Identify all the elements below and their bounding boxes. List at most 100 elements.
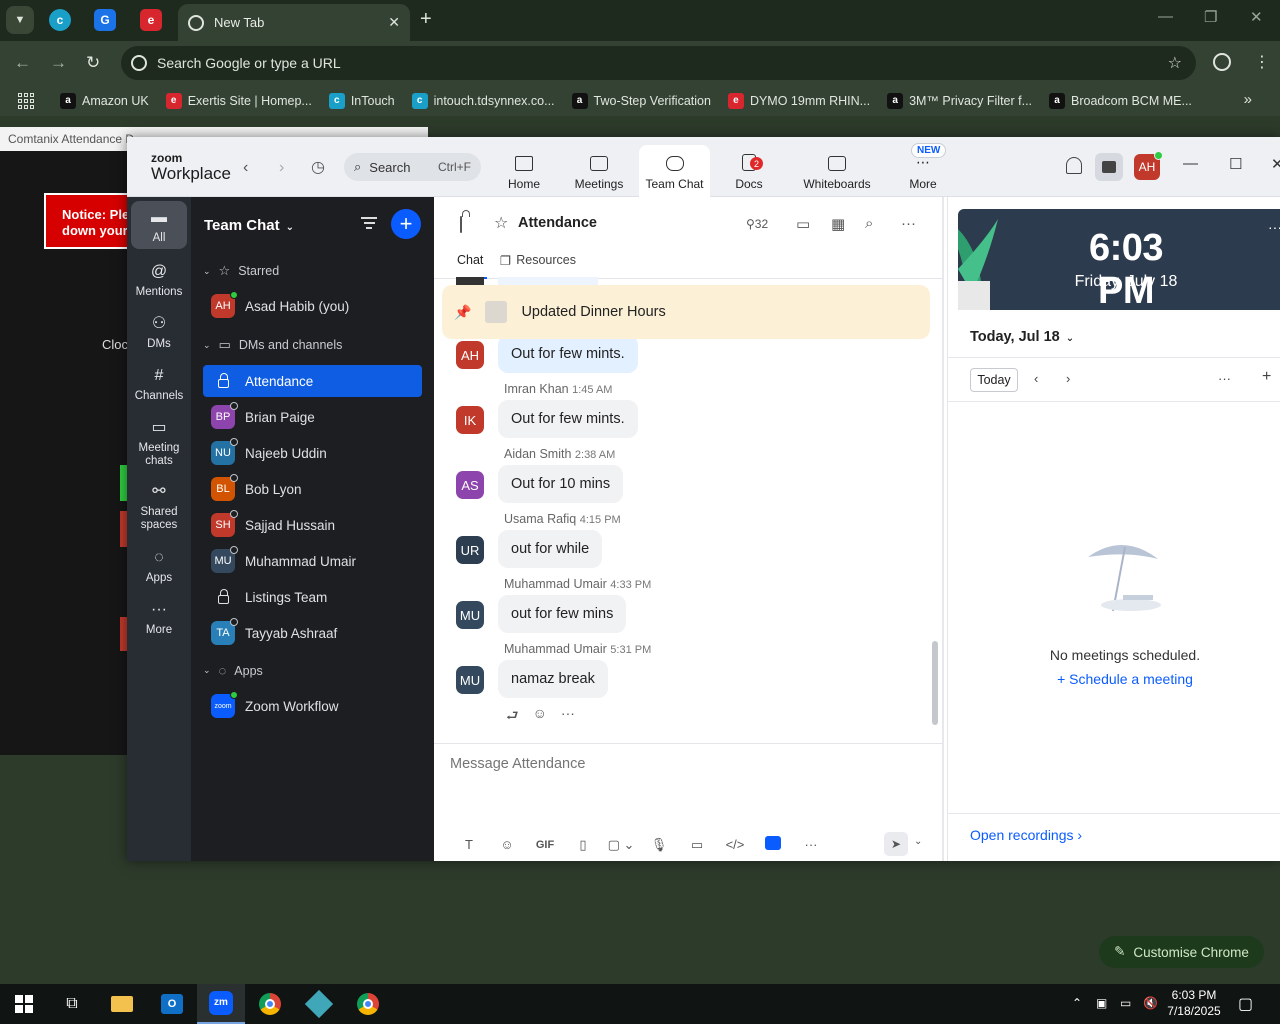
rail-meeting-chats[interactable]: ▭ Meeting chats (131, 419, 187, 468)
pinned-tab-exertis[interactable]: e (140, 9, 162, 31)
chevron-up-icon[interactable]: ⌃ (1072, 996, 1082, 1010)
profile-avatar[interactable]: AH (1134, 151, 1163, 180)
app-taskbar-icon[interactable] (295, 984, 343, 1024)
sidebar-item-asad-habib[interactable]: AH Asad Habib (you) (203, 290, 422, 322)
close-window-icon[interactable]: ✕ (1271, 155, 1280, 173)
tab-home[interactable]: Home (499, 145, 549, 197)
schedule-meeting-link[interactable]: + Schedule a meeting (1008, 671, 1242, 687)
channel-name[interactable]: Attendance (518, 215, 597, 231)
sidebar-item[interactable]: MU Muhammad Umair (203, 545, 422, 577)
network-alert-icon[interactable]: ▣ (1096, 996, 1107, 1010)
volume-muted-icon[interactable]: 🔇 (1143, 996, 1158, 1010)
code-snippet-icon[interactable]: </> (716, 837, 754, 852)
chevron-down-icon[interactable]: ⌄ (914, 836, 922, 847)
sidebar-item[interactable]: NU Najeeb Uddin (203, 437, 422, 469)
send-button[interactable]: ➤ (884, 832, 908, 856)
bookmark-item[interactable]: a 3M™ Privacy Filter f... (887, 92, 1032, 109)
forward-icon[interactable]: › (279, 159, 284, 177)
chat-scrollbar[interactable] (932, 641, 938, 725)
rail-dms[interactable]: ⚇ DMs (131, 315, 187, 351)
more-options-icon[interactable]: ··· (1268, 219, 1280, 235)
file-icon[interactable]: ▯ (564, 837, 602, 853)
search-icon[interactable]: ⌕ (865, 215, 873, 232)
bookmark-star-icon[interactable]: ☆ (1168, 53, 1182, 73)
tab-meetings[interactable]: Meetings (567, 145, 631, 197)
gift-icon[interactable] (1095, 153, 1123, 181)
calendar-icon[interactable]: ▦ (831, 215, 845, 233)
chrome-profile-taskbar-icon[interactable] (344, 984, 392, 1024)
new-tab-button[interactable]: + (420, 8, 432, 31)
minimize-icon[interactable]: — (1183, 155, 1198, 172)
maximize-icon[interactable]: ☐ (1229, 155, 1242, 173)
restore-icon[interactable]: ❐ (1204, 8, 1217, 26)
zoom-search-box[interactable]: ⌕ Search Ctrl+F (344, 153, 481, 181)
customise-chrome-button[interactable]: ✎ Customise Chrome (1099, 936, 1264, 968)
bell-icon[interactable] (1066, 157, 1082, 174)
reply-icon[interactable]: ⮐ (506, 705, 519, 729)
notifications-icon[interactable]: ▢ (1238, 994, 1253, 1014)
bookmark-item[interactable]: a Broadcom BCM ME... (1049, 92, 1192, 109)
omnibox[interactable]: Search Google or type a URL ☆ (121, 46, 1196, 80)
sidebar-item[interactable]: BP Brian Paige (203, 401, 422, 433)
tab-new-tab[interactable]: New Tab ✕ (178, 4, 410, 41)
video-message-icon[interactable]: ▭ (678, 837, 716, 853)
more-options-icon[interactable]: ··· (901, 215, 916, 232)
minimize-icon[interactable]: — (1158, 8, 1173, 25)
history-icon[interactable]: ◷ (311, 157, 325, 177)
outlook-icon[interactable]: O (148, 984, 196, 1024)
message-input[interactable] (450, 756, 920, 772)
chevron-left-icon[interactable]: ‹ (1034, 371, 1038, 386)
kebab-menu-icon[interactable]: ⋮ (1254, 52, 1270, 72)
pinned-message-banner[interactable]: 📌 Updated Dinner Hours (442, 285, 930, 339)
rail-more[interactable]: ··· More (131, 601, 187, 637)
emoji-icon[interactable]: ☺ (488, 837, 526, 852)
add-icon[interactable]: + (1262, 368, 1271, 386)
more-options-icon[interactable]: ··· (561, 705, 575, 729)
forward-icon[interactable]: → (50, 53, 67, 73)
today-button[interactable]: Today (970, 368, 1018, 392)
gif-icon[interactable]: GIF (526, 839, 564, 851)
close-tab-icon[interactable]: ✕ (388, 14, 400, 31)
filter-icon[interactable] (361, 217, 377, 231)
video-camera-icon[interactable]: ▭ (796, 215, 810, 233)
file-explorer-icon[interactable] (98, 984, 146, 1024)
section-apps[interactable]: ⌄ ◌ Apps (203, 663, 263, 678)
network-icon[interactable]: ▭ (1120, 996, 1131, 1010)
app-icon[interactable] (754, 836, 792, 853)
tab-whiteboards[interactable]: Whiteboards (797, 145, 877, 197)
tab-resources[interactable]: ❐ Resources (500, 253, 576, 279)
bookmark-item[interactable]: a Amazon UK (60, 92, 149, 109)
rail-apps[interactable]: ◌ Apps (131, 549, 187, 585)
bookmark-item[interactable]: c intouch.tdsynnex.co... (411, 92, 555, 109)
rail-all[interactable]: ▬ All (131, 201, 187, 249)
sidebar-item[interactable]: SH Sajjad Hussain (203, 509, 422, 541)
screenshot-icon[interactable]: ▢ ⌄ (602, 837, 640, 853)
more-options-icon[interactable]: ··· (1218, 371, 1231, 386)
apps-grid-icon[interactable] (18, 92, 34, 109)
task-view-icon[interactable]: ⧉ (48, 984, 96, 1024)
windows-start-icon[interactable] (0, 984, 48, 1024)
zoom-taskbar-icon[interactable]: zm (197, 984, 245, 1024)
pinned-tab-g[interactable]: G (94, 9, 116, 31)
profile-icon[interactable] (1213, 53, 1231, 71)
tab-chat[interactable]: Chat (457, 253, 487, 279)
emoji-reaction-icon[interactable]: ☺ (533, 705, 547, 729)
taskbar-clock[interactable]: 6:03 PM 7/18/2025 (1164, 987, 1224, 1019)
back-icon[interactable]: ‹ (243, 159, 248, 177)
new-chat-button[interactable]: + (391, 209, 421, 239)
chrome-taskbar-icon[interactable] (246, 984, 294, 1024)
more-options-icon[interactable]: ··· (792, 837, 830, 852)
bookmark-item[interactable]: c InTouch (328, 92, 395, 109)
rail-mentions[interactable]: @ Mentions (131, 263, 187, 299)
calendar-date-picker[interactable]: Today, Jul 18 ⌄ (970, 329, 1074, 345)
sidebar-title[interactable]: Team Chat ⌄ (204, 217, 294, 234)
tab-search-button[interactable]: ▼ (6, 6, 34, 34)
text-format-icon[interactable]: T (450, 837, 488, 852)
rail-shared-spaces[interactable]: ⚯ Shared spaces (131, 483, 187, 532)
chevron-right-icon[interactable]: › (1066, 371, 1070, 386)
star-icon[interactable]: ☆ (494, 213, 508, 233)
section-dms-and-channels[interactable]: ⌄ ▭ DMs and channels (203, 337, 342, 353)
sidebar-item[interactable]: Listings Team (203, 581, 422, 613)
bookmark-item[interactable]: a Two-Step Verification (571, 92, 711, 109)
pinned-tab-intouch[interactable]: c (49, 9, 71, 31)
